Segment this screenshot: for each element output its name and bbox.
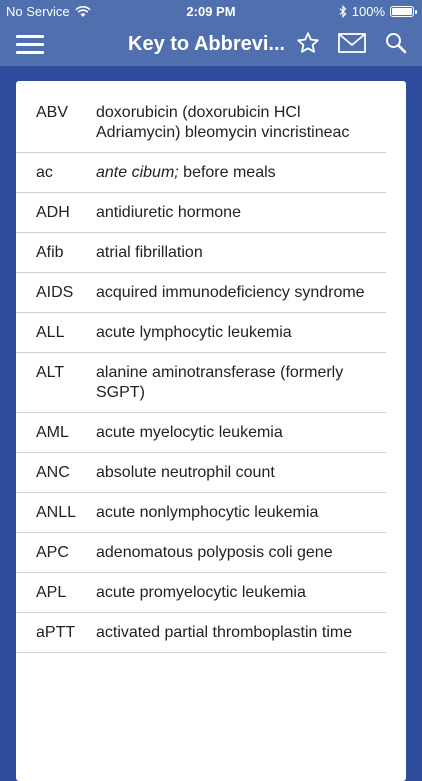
page-title: Key to Abbrevi... bbox=[128, 33, 286, 55]
definition-text: before meals bbox=[178, 164, 276, 181]
status-bar: No Service 2:09 PM 100% bbox=[0, 0, 422, 22]
abbreviation-term: ac bbox=[36, 164, 53, 181]
list-item[interactable]: ADH antidiuretic hormone bbox=[16, 193, 386, 233]
list-item[interactable]: ABV doxorubicin (doxorubicin HCl Adriamyc… bbox=[16, 103, 386, 153]
abbreviation-term: ABV bbox=[36, 104, 69, 121]
abbreviation-term: ANC bbox=[36, 464, 70, 481]
abbreviation-definition: acute myelocytic leukemia bbox=[96, 424, 283, 441]
abbreviation-definition: ante cibum; before meals bbox=[96, 163, 386, 183]
list-item[interactable]: Afib atrial fibrillation bbox=[16, 233, 386, 273]
list-item[interactable]: APC adenomatous polyposis coli gene bbox=[16, 533, 386, 573]
abbreviation-definition: acute nonlymphocytic leukemia bbox=[96, 504, 319, 521]
mail-icon[interactable] bbox=[338, 33, 366, 53]
abbreviation-definition: doxorubicin (doxorubicin HCl Adriamycin)… bbox=[96, 104, 350, 141]
abbreviation-definition: acute lymphocytic leukemia bbox=[96, 324, 292, 341]
abbreviation-term: APL bbox=[36, 584, 67, 601]
abbreviation-definition: alanine aminotransferase (formerly SGPT) bbox=[96, 364, 344, 401]
abbreviation-definition: acute promyelocytic leukemia bbox=[96, 584, 306, 601]
abbreviation-definition: activated partial thromboplastin time bbox=[96, 624, 353, 641]
abbreviation-term: APC bbox=[36, 544, 69, 561]
abbreviation-term: AIDS bbox=[36, 284, 74, 301]
search-icon[interactable] bbox=[385, 32, 407, 54]
abbreviation-term: AML bbox=[36, 424, 69, 441]
abbreviation-term: ALT bbox=[36, 364, 65, 381]
abbreviation-term: Afib bbox=[36, 244, 64, 261]
abbreviation-list[interactable]: ABV doxorubicin (doxorubicin HCl Adriamyc… bbox=[16, 81, 406, 781]
abbreviation-definition: acquired immunodeficiency syndrome bbox=[96, 284, 365, 301]
list-item[interactable]: aPTT activated partial thromboplastin tim… bbox=[16, 613, 386, 653]
abbreviation-term: ALL bbox=[36, 324, 65, 341]
abbreviation-term: aPTT bbox=[36, 624, 76, 641]
bluetooth-icon bbox=[339, 5, 347, 18]
abbreviation-definition: antidiuretic hormone bbox=[96, 204, 241, 221]
definition-italic-part: ante cibum; bbox=[96, 164, 179, 181]
list-item[interactable]: ALT alanine aminotransferase (formerly SG… bbox=[16, 353, 386, 413]
list-item[interactable]: ac ante cibum; before meals bbox=[16, 153, 386, 193]
battery-percent: 100% bbox=[351, 4, 385, 19]
list-item[interactable]: ANLL acute nonlymphocytic leukemia bbox=[16, 493, 386, 533]
battery-fill bbox=[392, 8, 412, 15]
abbreviation-term: ANLL bbox=[36, 504, 77, 521]
abbreviation-definition: atrial fibrillation bbox=[96, 244, 203, 261]
list-item[interactable]: AIDS acquired immunodeficiency syndrome bbox=[16, 273, 386, 313]
list-top-spacer bbox=[16, 81, 406, 103]
menu-icon[interactable] bbox=[16, 33, 44, 55]
list-item[interactable]: AML acute myelocytic leukemia bbox=[16, 413, 386, 453]
abbreviation-definition: absolute neutrophil count bbox=[96, 464, 275, 481]
abbreviation-definition: adenomatous polyposis coli gene bbox=[96, 544, 333, 561]
star-icon[interactable] bbox=[296, 31, 320, 55]
list-item[interactable]: APL acute promyelocytic leukemia bbox=[16, 573, 386, 613]
content-area[interactable]: ABV doxorubicin (doxorubicin HCl Adriamyc… bbox=[0, 66, 422, 781]
battery-icon bbox=[390, 6, 417, 17]
nav-bar: Key to Abbrevi... bbox=[0, 22, 422, 66]
status-right: 100% bbox=[339, 4, 417, 19]
abbreviation-term: ADH bbox=[36, 204, 70, 221]
list-item[interactable]: ANC absolute neutrophil count bbox=[16, 453, 386, 493]
list-item[interactable]: ALL acute lymphocytic leukemia bbox=[16, 313, 386, 353]
